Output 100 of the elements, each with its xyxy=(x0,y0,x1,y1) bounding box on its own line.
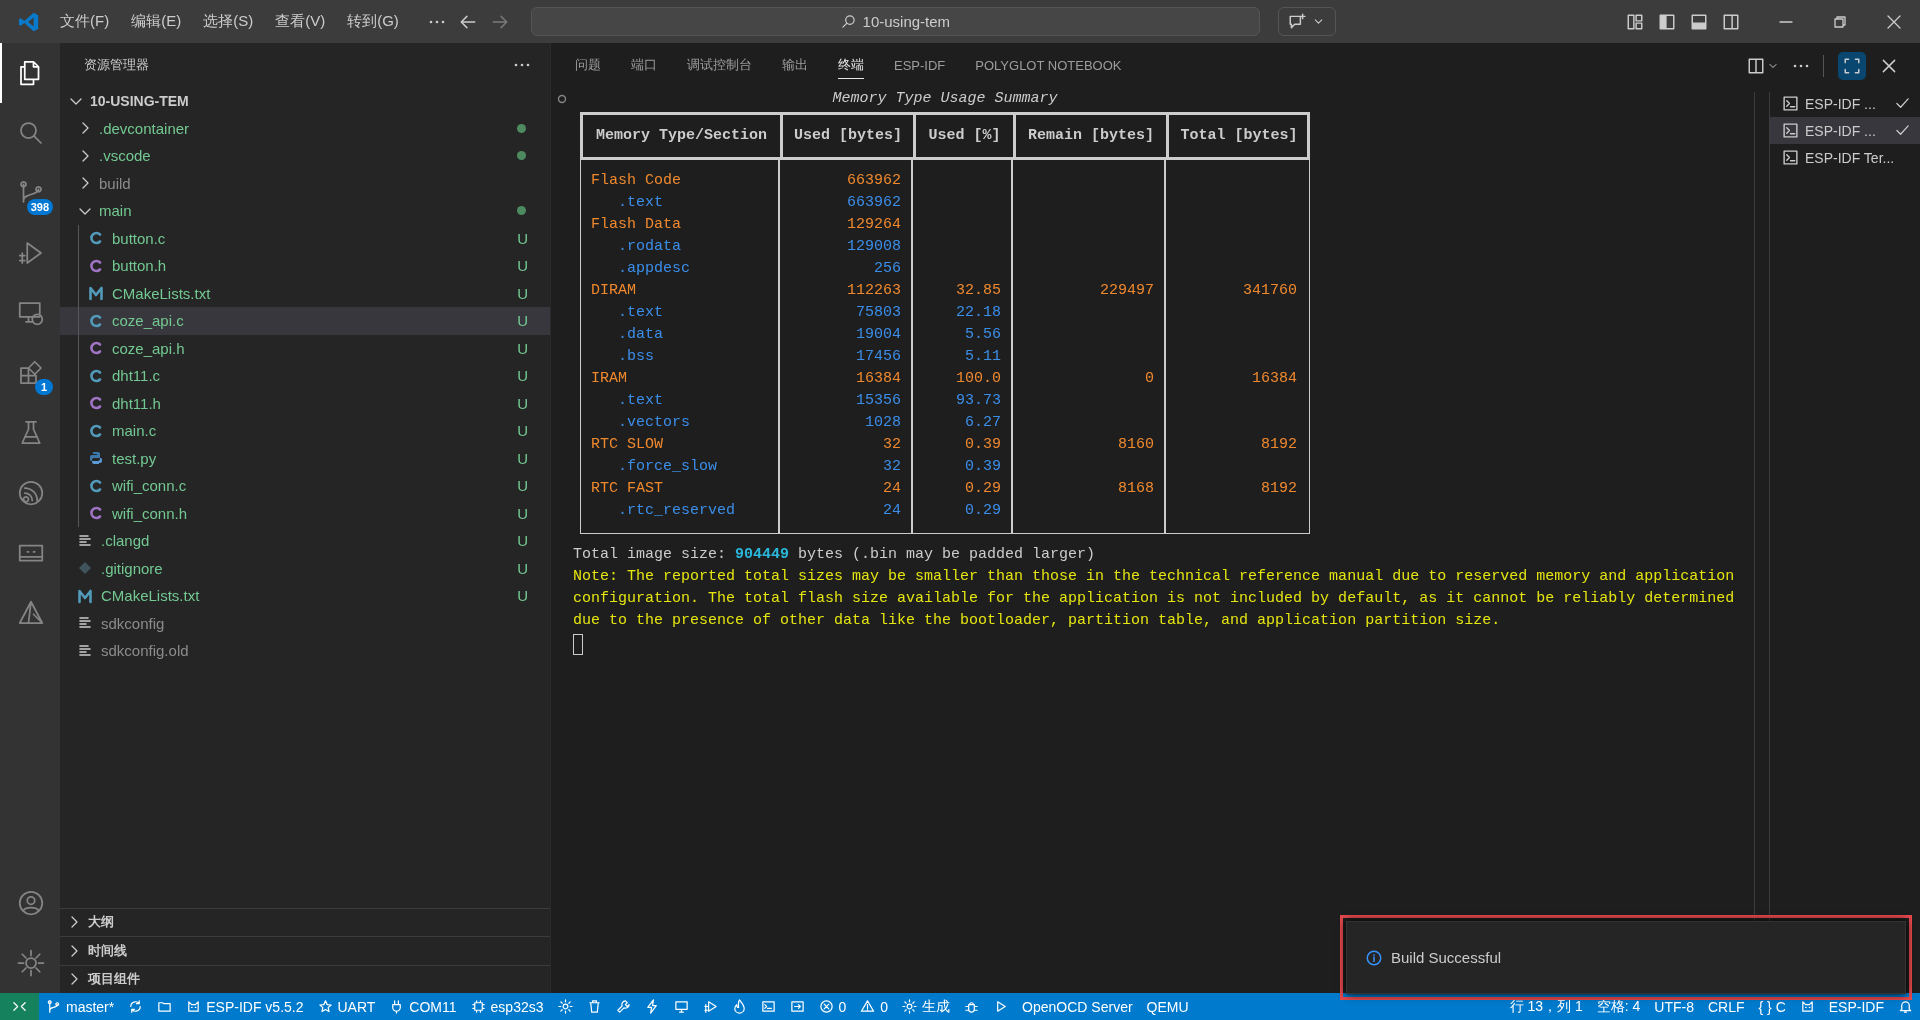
tree-item[interactable]: dht11.h U xyxy=(60,389,550,417)
git-status-label: U xyxy=(517,394,528,412)
section-header[interactable]: 时间线 xyxy=(60,936,550,965)
table-cell-text: 24 xyxy=(882,479,902,499)
c-file-icon xyxy=(88,422,104,439)
status-item[interactable]: OpenOCD Server xyxy=(1015,993,1140,1020)
more-icon[interactable] xyxy=(1793,63,1809,68)
git-status-label: U xyxy=(517,587,528,605)
column-header: Remain [bytes] xyxy=(1013,115,1166,157)
status-item[interactable]: COM11 xyxy=(382,993,464,1020)
tree-item[interactable]: build xyxy=(60,169,550,197)
menu-item[interactable]: 选择(S) xyxy=(195,8,262,35)
tree-item[interactable]: .gitignore U xyxy=(60,554,550,582)
panel-tab[interactable]: POLYGLOT NOTEBOOK xyxy=(975,53,1122,78)
account-icon[interactable] xyxy=(16,888,46,918)
workspace-folder[interactable]: 10-USING-TEM xyxy=(60,87,550,115)
restore-icon[interactable] xyxy=(1832,13,1848,30)
table-cell-text: 15356 xyxy=(855,391,902,411)
menu-item[interactable]: 转到(G) xyxy=(339,8,407,35)
maximize-icon xyxy=(1843,56,1861,75)
chat-button[interactable] xyxy=(1277,7,1336,36)
menu-item[interactable]: 文件(F) xyxy=(52,8,118,35)
table-cell-text: 5.56 xyxy=(964,325,1002,345)
table-cell-text: Flash Code xyxy=(590,171,682,191)
status-item[interactable]: UART xyxy=(310,993,383,1020)
c-file-icon xyxy=(88,367,104,384)
secondary-sidebar-icon[interactable] xyxy=(1722,12,1740,31)
menu-item[interactable]: 编辑(E) xyxy=(123,8,190,35)
git-status-label: U xyxy=(517,532,528,550)
activity-item[interactable]: 1 xyxy=(0,343,60,403)
table-cell-text: 663962 xyxy=(846,171,902,191)
close-icon[interactable] xyxy=(1886,13,1902,30)
panel-tab[interactable]: 终端 xyxy=(838,52,864,79)
bell-icon xyxy=(1898,999,1913,1014)
tree-item[interactable]: coze_api.h U xyxy=(60,334,550,362)
command-status-icon xyxy=(557,94,567,104)
terminal-item[interactable]: ESP-IDF ... xyxy=(1770,117,1920,144)
tree-item[interactable]: main xyxy=(60,197,550,225)
tree-item[interactable]: wifi_conn.c U xyxy=(60,472,550,500)
c-file-icon xyxy=(88,312,104,329)
tree-item[interactable]: CMakeLists.txt U xyxy=(60,279,550,307)
table-cell-text: 1028 xyxy=(864,413,902,433)
status-item[interactable]: master* xyxy=(39,993,122,1020)
table-cell-text: 32 xyxy=(882,457,902,477)
terminal-item[interactable]: ESP-IDF ... xyxy=(1770,90,1920,117)
error-icon xyxy=(818,999,834,1014)
sidebar-toggle-icon[interactable] xyxy=(1658,12,1676,31)
tree-item[interactable]: sdkconfig.old xyxy=(60,637,550,665)
sidebar-title: 资源管理器 xyxy=(84,56,149,74)
tree-item[interactable]: .vscode xyxy=(60,142,550,170)
search-field[interactable]: 10-using-tem xyxy=(530,7,1260,36)
panel-tab[interactable]: ESP-IDF xyxy=(894,53,946,78)
tree-item[interactable]: .devcontainer xyxy=(60,114,550,142)
activity-item[interactable]: 398 xyxy=(0,163,60,223)
signal-icon xyxy=(16,478,46,508)
tree-item[interactable]: sdkconfig xyxy=(60,609,550,637)
more-icon[interactable] xyxy=(514,63,530,67)
status-item[interactable]: 0 xyxy=(853,993,896,1020)
tree-item[interactable]: main.c U xyxy=(60,417,550,445)
tree-item[interactable]: button.c U xyxy=(60,224,550,252)
maximize-button[interactable] xyxy=(1838,51,1866,80)
lines-icon xyxy=(77,532,93,549)
split-icon[interactable] xyxy=(1747,56,1765,75)
status-item[interactable]: QEMU xyxy=(1139,993,1196,1020)
status-item[interactable]: 生成 xyxy=(895,993,958,1020)
table-cell-text: .bss xyxy=(617,347,655,367)
table-cell-text: 19004 xyxy=(855,325,902,345)
warning-icon xyxy=(860,999,876,1014)
tree-item[interactable]: wifi_conn.h U xyxy=(60,499,550,527)
c-file-icon xyxy=(88,257,104,274)
table-cell-text: 32 xyxy=(882,435,902,455)
git-status-label: U xyxy=(517,257,528,275)
table-cell-text: 22.18 xyxy=(955,303,1002,323)
tree-item[interactable]: coze_api.c U xyxy=(60,307,550,335)
panel-tab[interactable]: 端口 xyxy=(631,52,657,79)
table-cell-text: 16384 xyxy=(1251,369,1298,389)
panel-tab[interactable]: 输出 xyxy=(782,52,808,79)
tree-item[interactable]: .clangd U xyxy=(60,527,550,555)
panel-tab[interactable]: 问题 xyxy=(575,52,601,79)
status-item[interactable]: esp32s3 xyxy=(463,993,551,1020)
tree-item[interactable]: button.h U xyxy=(60,252,550,280)
table-cell-text: 341760 xyxy=(1242,281,1298,301)
gear-icon xyxy=(557,999,573,1014)
section-header[interactable]: 大纲 xyxy=(60,907,550,936)
tree-item[interactable]: test.py U xyxy=(60,444,550,472)
settings-icon[interactable] xyxy=(16,948,46,978)
status-item[interactable]: 0 xyxy=(811,993,854,1020)
status-item[interactable]: ESP-IDF v5.5.2 xyxy=(179,993,311,1020)
notification-message: Build Successful xyxy=(1391,949,1502,966)
tree-item[interactable]: dht11.c U xyxy=(60,362,550,390)
panel-toggle-icon[interactable] xyxy=(1690,12,1708,31)
git-status-label: U xyxy=(517,312,528,330)
layout-icon[interactable] xyxy=(1626,12,1644,31)
menu-item[interactable]: 查看(V) xyxy=(267,8,334,35)
table-cell-text: 112263 xyxy=(846,281,902,301)
column-header: Used [bytes] xyxy=(780,115,913,157)
more-icon[interactable] xyxy=(428,19,445,24)
panel-tab[interactable]: 调试控制台 xyxy=(687,52,752,79)
tree-item[interactable]: CMakeLists.txt U xyxy=(60,582,550,610)
terminal-item[interactable]: ESP-IDF Ter... xyxy=(1770,144,1920,171)
